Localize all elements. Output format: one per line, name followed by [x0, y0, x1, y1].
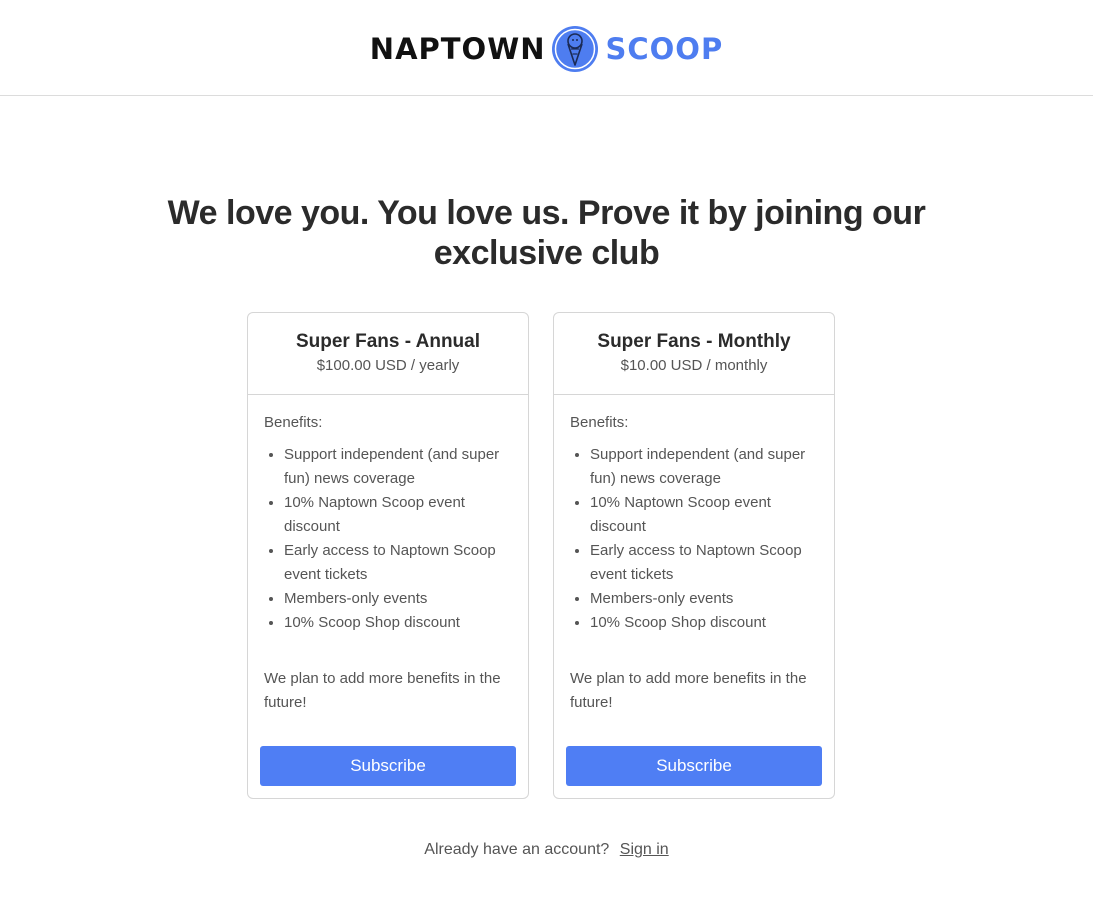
benefit-list: Support independent (and super fun) news…	[570, 443, 818, 635]
benefit-item: Support independent (and super fun) news…	[284, 443, 512, 491]
logo-word-scoop: SCOOP	[605, 31, 724, 66]
benefit-item: Early access to Naptown Scoop event tick…	[590, 539, 818, 587]
plan-price: $100.00 USD / yearly	[316, 357, 460, 374]
benefit-item: 10% Naptown Scoop event discount	[590, 491, 818, 539]
benefit-item: 10% Scoop Shop discount	[590, 611, 818, 635]
plan-price: $10.00 USD / monthly	[620, 357, 768, 374]
benefit-item: Early access to Naptown Scoop event tick…	[284, 539, 512, 587]
benefit-list: Support independent (and super fun) news…	[264, 443, 512, 635]
site-header: NAPTOWN SCOOP	[0, 0, 1093, 96]
benefits-label: Benefits:	[570, 414, 629, 431]
benefit-item: Members-only events	[590, 587, 818, 611]
plan-name: Super Fans - Annual	[295, 331, 481, 352]
benefit-item: Support independent (and super fun) news…	[590, 443, 818, 491]
plan-card-annual: Super Fans - Annual $100.00 USD / yearly…	[247, 312, 529, 799]
plan-card-header: Super Fans - Annual $100.00 USD / yearly	[248, 313, 528, 395]
plan-name: Super Fans - Monthly	[597, 331, 791, 352]
benefit-item: 10% Naptown Scoop event discount	[284, 491, 512, 539]
benefits-note: We plan to add more benefits in the futu…	[264, 670, 501, 711]
ice-cream-cone-icon	[552, 25, 599, 72]
benefits-label: Benefits:	[264, 414, 323, 431]
benefit-item: Members-only events	[284, 587, 512, 611]
site-logo[interactable]: NAPTOWN SCOOP	[370, 25, 723, 73]
account-prompt-text: Already have an account?	[424, 841, 610, 858]
plan-card-header: Super Fans - Monthly $10.00 USD / monthl…	[554, 313, 834, 395]
plan-card-body: Benefits: Support independent (and super…	[248, 395, 528, 715]
subscribe-monthly-button[interactable]: Subscribe	[566, 746, 822, 786]
plan-list: Super Fans - Annual $100.00 USD / yearly…	[247, 312, 835, 799]
benefit-item: 10% Scoop Shop discount	[284, 611, 512, 635]
sign-in-link[interactable]: Sign in	[620, 841, 669, 858]
logo-word-naptown: NAPTOWN	[369, 31, 546, 66]
plan-card-body: Benefits: Support independent (and super…	[554, 395, 834, 715]
plan-card-monthly: Super Fans - Monthly $10.00 USD / monthl…	[553, 312, 835, 799]
page-headline: We love you. You love us. Prove it by jo…	[167, 194, 926, 272]
sign-in-prompt: Already have an account? Sign in	[0, 841, 1093, 859]
subscribe-annual-button[interactable]: Subscribe	[260, 746, 516, 786]
benefits-note: We plan to add more benefits in the futu…	[570, 670, 807, 711]
